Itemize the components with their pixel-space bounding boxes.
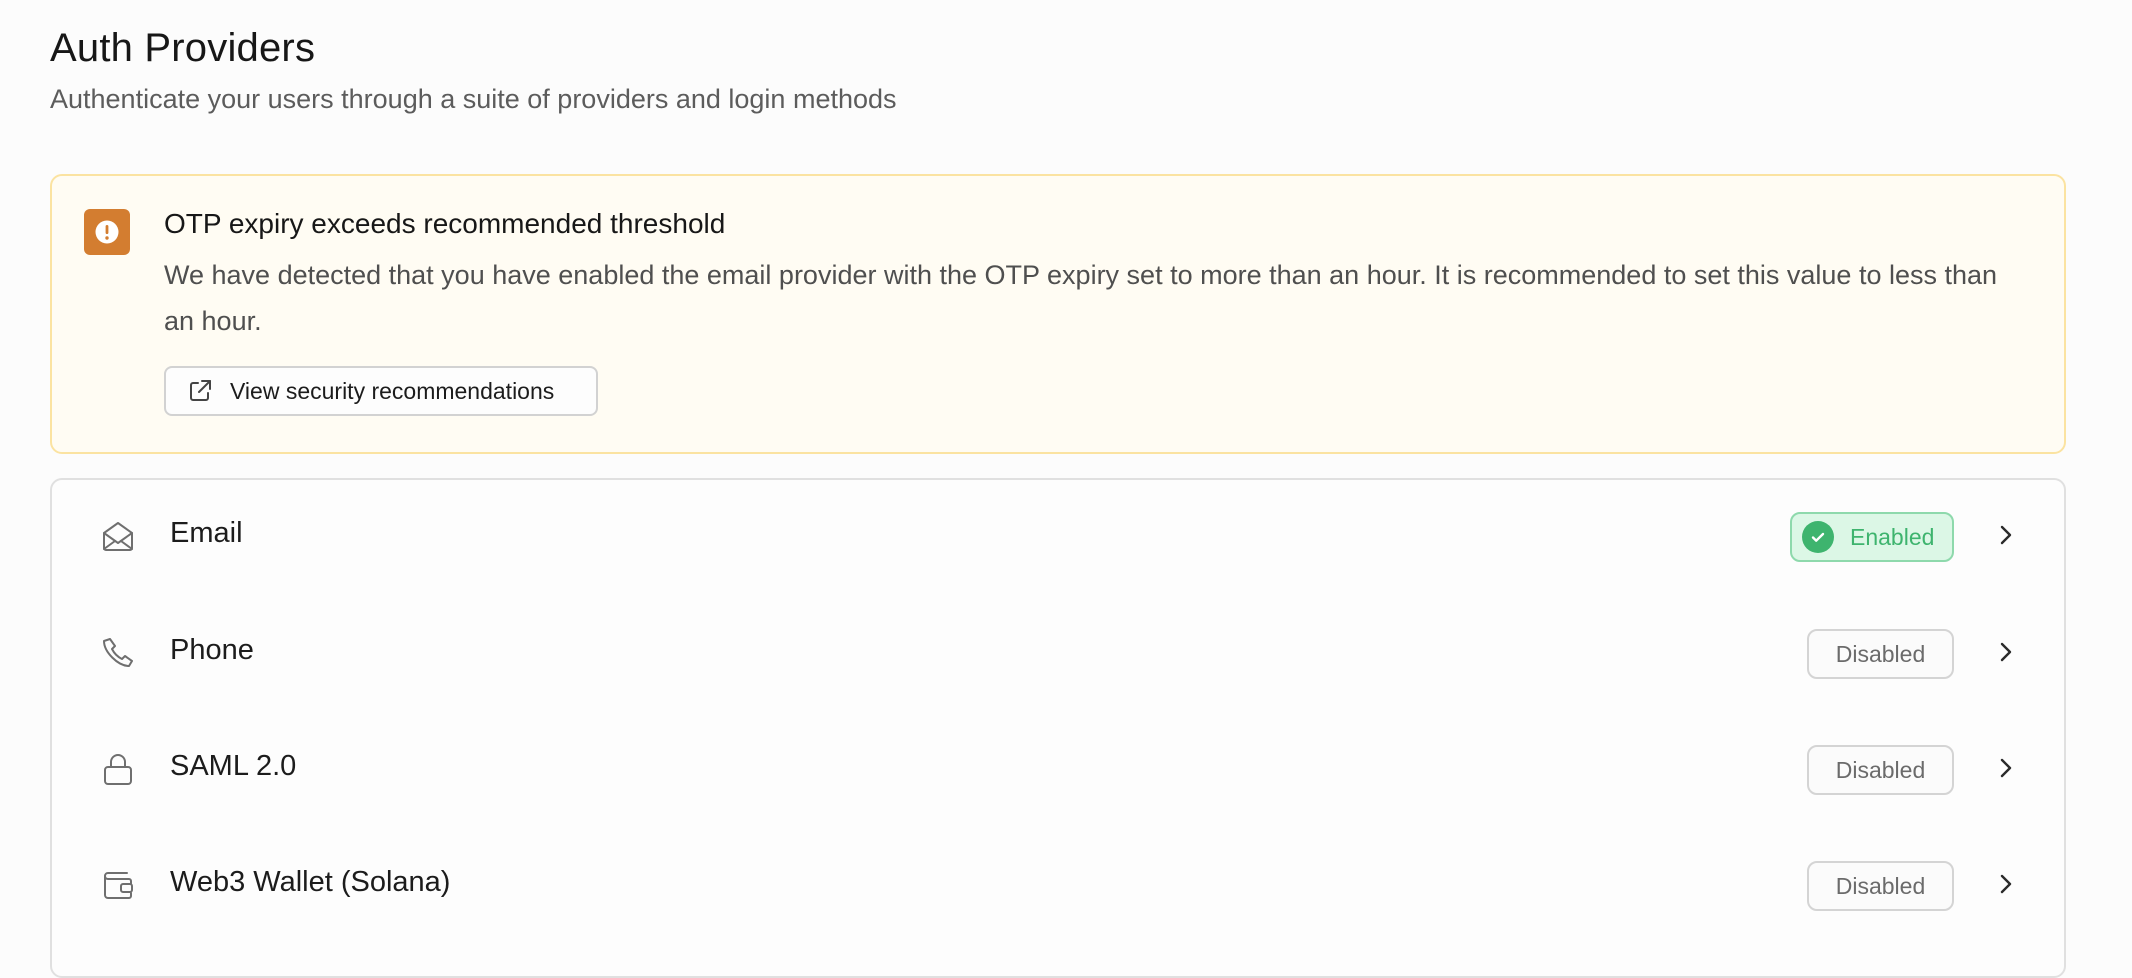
envelope-open-icon (100, 518, 136, 554)
provider-row-saml[interactable]: SAML 2.0 Disabled (52, 713, 2064, 823)
chevron-right-icon (1994, 639, 2018, 665)
lock-icon (100, 751, 136, 787)
alert-title: OTP expiry exceeds recommended threshold (164, 208, 726, 239)
provider-label: SAML 2.0 (170, 750, 297, 782)
provider-label: Web3 Wallet (Solana) (170, 866, 451, 898)
status-badge: Disabled (1807, 745, 1954, 795)
otp-expiry-warning: OTP expiry exceeds recommended threshold… (50, 174, 2066, 454)
page-subtitle: Authenticate your users through a suite … (50, 84, 897, 114)
status-badge: Disabled (1807, 861, 1954, 911)
view-security-recommendations-button[interactable]: View security recommendations (164, 366, 598, 416)
chevron-right-icon (1994, 755, 2018, 781)
alert-body: We have detected that you have enabled t… (164, 260, 1998, 336)
provider-label: Phone (170, 634, 254, 666)
phone-icon (100, 635, 136, 671)
external-link-icon (186, 377, 214, 405)
wallet-icon (100, 867, 136, 903)
provider-row-web3-wallet[interactable]: Web3 Wallet (Solana) Disabled (52, 829, 2064, 939)
chevron-right-icon (1994, 522, 2018, 548)
exclamation-icon (84, 209, 130, 255)
provider-label: Email (170, 517, 243, 549)
view-security-recommendations-label: View security recommendations (230, 377, 555, 404)
page-title: Auth Providers (50, 26, 316, 70)
chevron-right-icon (1994, 871, 2018, 897)
status-badge: Disabled (1807, 629, 1954, 679)
check-icon (1802, 521, 1834, 553)
status-badge: Enabled (1790, 512, 1954, 562)
provider-row-phone[interactable]: Phone Disabled (52, 597, 2064, 707)
provider-row-email[interactable]: Email Enabled (52, 480, 2064, 590)
providers-list: Email Enabled Phone Disabled SAML 2.0 Di… (50, 478, 2066, 978)
status-badge-label: Enabled (1850, 523, 1935, 550)
